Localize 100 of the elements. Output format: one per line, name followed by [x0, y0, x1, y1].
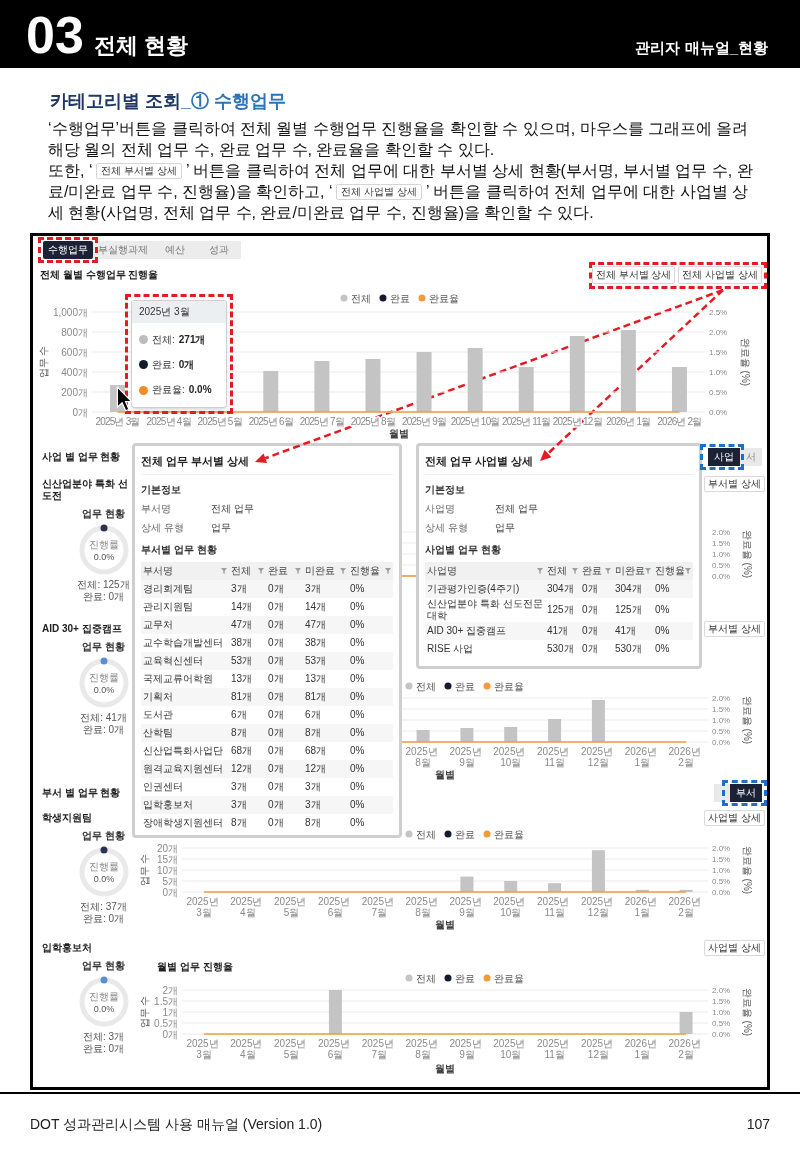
count-text: 완료: 0개 [82, 1043, 125, 1055]
filter-icon[interactable] [537, 568, 543, 574]
axis-title: 완료율 (%) [741, 987, 753, 1037]
table-cell-text: 신산업특화사업단 [142, 745, 224, 757]
tooltip-label: 완료: [152, 359, 175, 371]
info-label: 사업명 [425, 503, 456, 515]
tab[interactable]: 수행업무 [43, 241, 93, 259]
x-axis-label: 2025년 10월 [493, 746, 526, 768]
toggle-button[interactable]: 부서 [730, 784, 762, 802]
tab[interactable]: 부실행과제 [93, 241, 153, 259]
y-axis-label: 2.0% [712, 693, 731, 703]
column-header: 부서명 [143, 565, 173, 577]
table-cell-text: 8개 [230, 817, 248, 829]
info-value: 전체 업무 [495, 503, 538, 515]
chart-bar [635, 889, 649, 892]
detail-button[interactable]: 사업별 상세 [704, 810, 765, 826]
filter-icon[interactable] [340, 568, 346, 574]
count-text: 완료: 0개 [82, 591, 125, 603]
table-cell-text: 3개 [304, 583, 322, 595]
table-cell-text: 81개 [304, 691, 328, 703]
detail-button[interactable]: 전체 사업별 상세 [336, 184, 422, 200]
chart-bar [548, 883, 562, 892]
filter-icon[interactable] [605, 568, 611, 574]
table-cell-text: 입학홍보처 [142, 799, 194, 811]
toggle-button[interactable]: 사업 [708, 447, 740, 466]
table-cell-text: 기관평가인증(4주기) [426, 583, 521, 595]
card-title: 학생지원팀 [42, 812, 93, 824]
table-cell-text: 0% [654, 604, 671, 616]
tab[interactable]: 성과 [197, 241, 241, 259]
table-cell-text: 47개 [230, 619, 254, 631]
x-axis-label: 2025년 3월 [186, 1038, 219, 1060]
column-header: 진행율 [350, 565, 380, 577]
axis-title: 업무 수 [138, 995, 150, 1029]
x-axis-label: 2025년 5월 [274, 1038, 307, 1060]
tab[interactable]: 예산 [153, 241, 197, 259]
x-axis-label: 2025년 12월 [580, 1038, 614, 1060]
table-cell-text: 0% [349, 655, 366, 667]
status-title: 업무 현황 [82, 960, 125, 972]
y-axis-label: 200개 [61, 386, 88, 398]
table-cell-text: 8개 [230, 727, 248, 739]
x-axis-label: 2025년 10월 [450, 416, 500, 427]
x-axis-label: 2025년 7월 [361, 1038, 394, 1060]
x-axis-label: 2025년 7월 [299, 416, 344, 427]
table-cell-text: 0개 [267, 655, 285, 667]
x-axis-label: 2025년 3월 [95, 416, 140, 427]
filter-icon[interactable] [645, 568, 651, 574]
y-axis-label: 2.0% [712, 527, 731, 537]
filter-icon[interactable] [221, 568, 227, 574]
table-cell-text: 교무처 [142, 619, 174, 631]
table-cell-text: 0% [349, 691, 366, 703]
ring-value: 0.0% [93, 1004, 114, 1014]
table-cell-text: 13개 [230, 673, 254, 685]
y-axis-label: 10개 [156, 864, 178, 876]
filter-icon[interactable] [685, 568, 691, 574]
y-axis-label: 20개 [156, 842, 178, 854]
axis-title: 완료율 (%) [741, 529, 753, 579]
y-axis-label: 1,000개 [52, 306, 88, 318]
filter-icon[interactable] [295, 568, 301, 574]
y-axis-label: 1.5개 [154, 995, 178, 1007]
detail-button[interactable]: 사업별 상세 [704, 940, 765, 956]
filter-icon[interactable] [258, 568, 264, 574]
filter-icon[interactable] [385, 568, 391, 574]
y-axis-label: 1.5% [712, 854, 731, 864]
y-axis-label: 1.5% [712, 704, 731, 714]
table-cell-text: 경리회계팀 [142, 583, 194, 595]
y-axis-label: 1.5% [712, 538, 731, 548]
axis-title: 완료율 (%) [741, 845, 753, 895]
x-axis-label: 2025년 8월 [405, 1038, 438, 1060]
table-cell-text: 0% [349, 727, 366, 739]
table-cell-text: 3개 [304, 781, 322, 793]
table-cell-text: AID 30+ 집중캠프 [426, 625, 508, 637]
y-axis-label: 0.5% [712, 726, 731, 736]
tooltip-title: 2025년 3월 [132, 301, 226, 323]
detail-button[interactable]: 부서별 상세 [704, 476, 765, 492]
card-title: 신산업분야 특화 선도전 [42, 478, 129, 502]
filter-icon[interactable] [572, 568, 578, 574]
table-cell-text: 0개 [267, 745, 285, 757]
x-axis-label: 2025년 12월 [580, 896, 614, 918]
table-cell-text: 14개 [230, 601, 254, 613]
detail-button[interactable]: 부서별 상세 [704, 621, 765, 637]
table-cell-text: 6개 [304, 709, 322, 721]
table-cell-text: 0개 [267, 709, 285, 721]
page-number: 107 [746, 1115, 770, 1133]
section-subtitle: _① 수행업무 [181, 90, 287, 112]
highlight-box [722, 780, 767, 806]
table-cell-text: 53개 [230, 655, 254, 667]
status-title: 업무 현황 [82, 508, 125, 520]
detail-button[interactable]: 전체 부서별 상세 [96, 163, 182, 179]
chart-bar [314, 361, 330, 412]
axis-title: 월별 [435, 919, 455, 930]
info-heading: 기본정보 [141, 484, 182, 496]
ring-label: 진행률 [88, 991, 119, 1002]
x-axis-label: 2025년 8월 [405, 746, 438, 768]
table-cell-text: 41개 [546, 625, 570, 637]
card-title: 입학홍보처 [42, 942, 93, 954]
table-cell-text: 0개 [267, 601, 285, 613]
detail-button[interactable]: 전체 사업별 상세 [678, 266, 762, 284]
x-axis-label: 2026년 1월 [606, 416, 651, 427]
table-cell-text: 304개 [546, 583, 575, 595]
detail-button[interactable]: 전체 부서별 상세 [591, 266, 676, 284]
